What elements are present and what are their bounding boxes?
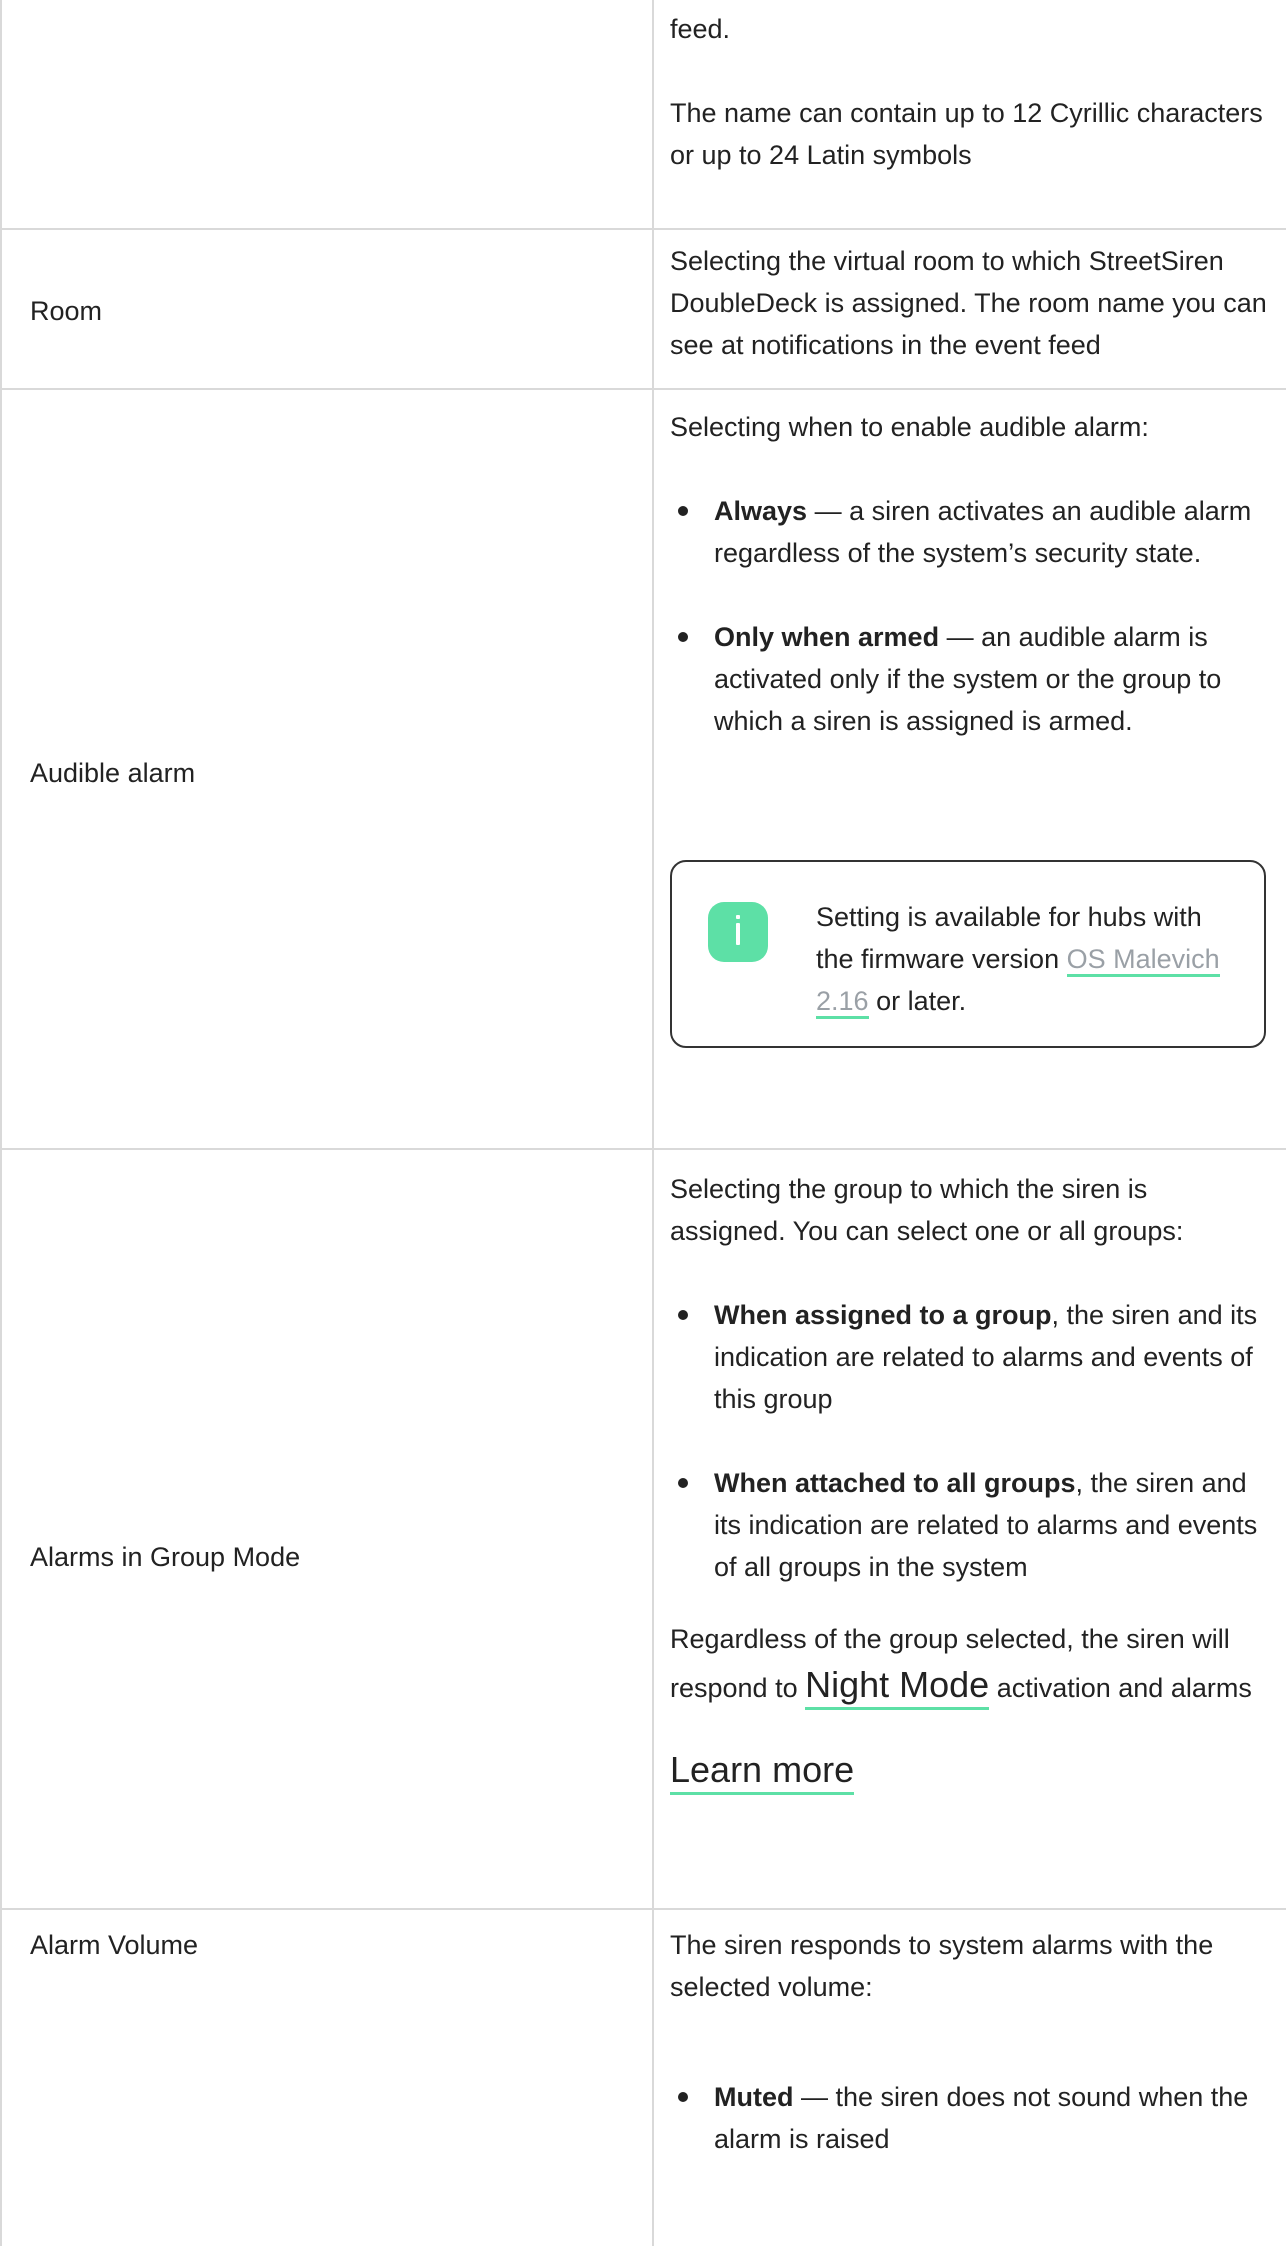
- settings-table: feed. The name can contain up to 12 Cyri…: [0, 0, 1286, 2246]
- row-audible-alarm-description: Selecting when to enable audible alarm: …: [670, 406, 1270, 742]
- option-term: When attached to all groups: [714, 1468, 1076, 1498]
- group-mode-options: When assigned to a group, the siren and …: [670, 1294, 1270, 1588]
- info-icon: [708, 902, 768, 962]
- learn-more-link[interactable]: Learn more: [670, 1749, 855, 1795]
- alarm-volume-intro: The siren responds to system alarms with…: [670, 1930, 1214, 2002]
- desc-name-limit: The name can contain up to 12 Cyrillic c…: [670, 98, 1263, 170]
- audible-alarm-options: Always — a siren activates an audible al…: [670, 490, 1270, 742]
- row-label-room: Room: [30, 296, 103, 326]
- option-term: Always: [714, 496, 808, 526]
- row-room-description: Selecting the virtual room to which Stre…: [670, 246, 1267, 360]
- list-item: When assigned to a group, the siren and …: [670, 1294, 1270, 1420]
- option-term: Muted: [714, 2082, 794, 2112]
- alarm-volume-options: Muted — the siren does not sound when th…: [670, 2076, 1270, 2160]
- option-term: When assigned to a group: [714, 1300, 1052, 1330]
- option-term: Only when armed: [714, 622, 940, 652]
- row-label-alarms-group-mode: Alarms in Group Mode: [30, 1542, 301, 1572]
- row-alarm-volume-description: The siren responds to system alarms with…: [670, 1924, 1270, 2160]
- group-mode-intro: Selecting the group to which the siren i…: [670, 1174, 1184, 1246]
- night-mode-link[interactable]: Night Mode: [805, 1664, 990, 1710]
- list-item: Only when armed — an audible alarm is ac…: [670, 616, 1270, 742]
- row-divider: [0, 388, 1286, 390]
- info-callout-text: Setting is available for hubs with the f…: [816, 896, 1246, 1022]
- desc-feed-tail: feed.: [670, 14, 731, 44]
- info-text-after: or later.: [868, 986, 967, 1016]
- row-label-alarm-volume: Alarm Volume: [30, 1930, 199, 1960]
- option-text: — the siren does not sound when the alar…: [714, 2082, 1249, 2154]
- list-item: Always — a siren activates an audible al…: [670, 490, 1270, 574]
- note-text-after: activation and alarms: [989, 1673, 1252, 1703]
- row-divider: [0, 1148, 1286, 1150]
- row-label-audible-alarm: Audible alarm: [30, 758, 196, 788]
- row-group-mode-description: Selecting the group to which the siren i…: [670, 1168, 1270, 1795]
- list-item: Muted — the siren does not sound when th…: [670, 2076, 1270, 2160]
- audible-alarm-intro: Selecting when to enable audible alarm:: [670, 412, 1149, 442]
- row-divider: [0, 1908, 1286, 1910]
- list-item: When attached to all groups, the siren a…: [670, 1462, 1270, 1588]
- row-name-description: feed. The name can contain up to 12 Cyri…: [670, 8, 1270, 176]
- info-callout: Setting is available for hubs with the f…: [670, 860, 1266, 1048]
- row-divider: [0, 228, 1286, 230]
- group-mode-note: Regardless of the group selected, the si…: [670, 1616, 1270, 1711]
